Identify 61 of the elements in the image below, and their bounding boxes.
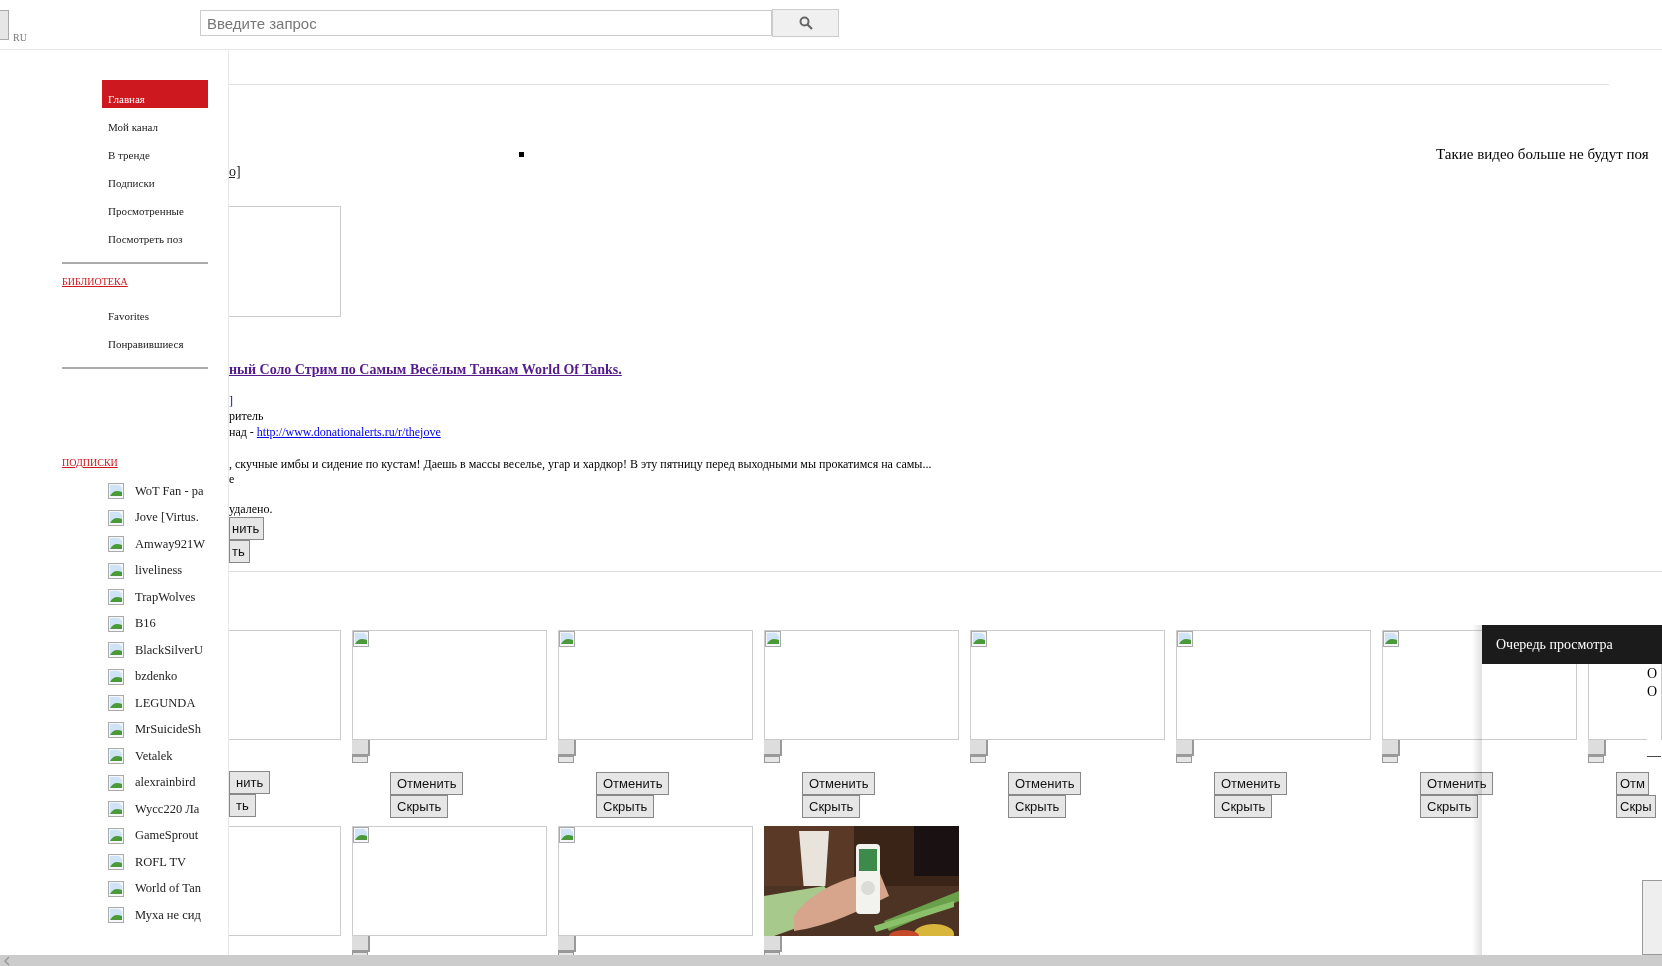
- cancel-button[interactable]: Отменить: [1214, 772, 1288, 795]
- notice-text: Такие видео больше не будут поя: [1436, 145, 1649, 163]
- hide-button[interactable]: Скрыть: [1214, 795, 1273, 818]
- cancel-button[interactable]: нить: [229, 771, 271, 794]
- channel-link[interactable]: WoT Fan - pa: [135, 483, 204, 499]
- nav-item[interactable]: Просмотренные: [102, 192, 208, 220]
- nav-item[interactable]: Подписки: [102, 164, 208, 192]
- cancel-button[interactable]: Отменить: [1008, 772, 1082, 795]
- cancel-button[interactable]: Отменить: [1420, 772, 1494, 795]
- hide-button[interactable]: Скры: [1616, 795, 1656, 818]
- meta-text: е: [229, 472, 236, 488]
- channel-link[interactable]: Wycc220 Ла: [135, 801, 200, 817]
- section-heading[interactable]: ПОДПИСКИ: [62, 457, 118, 468]
- status-text: удалено.: [229, 502, 274, 517]
- hide-button[interactable]: Скрыть: [1008, 795, 1067, 818]
- watch-queue-dialog: Очередь просмотра: [1482, 625, 1662, 664]
- cancel-button[interactable]: Отменить: [802, 772, 876, 795]
- queue-text: О: [1647, 683, 1659, 701]
- donation-link[interactable]: http://www.donationalerts.ru/r/thejove: [256, 425, 441, 439]
- cancel-button[interactable]: нить: [229, 517, 265, 540]
- meta-text: над -: [229, 425, 255, 439]
- cancel-button[interactable]: Отменить: [390, 772, 464, 795]
- hide-button[interactable]: ть: [229, 540, 250, 563]
- channel-link[interactable]: Муха не сид: [135, 907, 201, 923]
- nav-item[interactable]: Мой канал: [102, 108, 208, 136]
- queue-text: О: [1647, 665, 1659, 683]
- channel-link[interactable]: World of Tan: [135, 881, 201, 897]
- channel-link[interactable]: BlackSilverU: [135, 642, 204, 658]
- video-description: , скучные имбы и сидение по кустам! Даешь в массы веселье, угар и хардкор! В эту пятницу перед выходными мы прокатимся на самы...: [229, 457, 933, 472]
- meta-text: ритель: [229, 409, 265, 425]
- channel-link[interactable]: B16: [135, 616, 156, 632]
- nav-item[interactable]: В тренде: [102, 136, 208, 164]
- hide-button[interactable]: Скрыть: [390, 795, 449, 818]
- cancel-button[interactable]: Отм: [1616, 772, 1649, 795]
- hide-button[interactable]: Скрыть: [1420, 795, 1479, 818]
- search-field[interactable]: Введите запрос: [200, 10, 772, 36]
- nav-item[interactable]: Главная: [102, 80, 208, 108]
- library-item[interactable]: Favorites: [102, 297, 208, 325]
- hide-button[interactable]: Скрыть: [596, 795, 655, 818]
- channel-link[interactable]: ROFL TV: [135, 854, 187, 870]
- channel-link[interactable]: LEGUNDA: [135, 695, 196, 711]
- library-item[interactable]: Понравившиеся: [102, 325, 208, 353]
- channel-link[interactable]: liveliness: [135, 563, 183, 579]
- nav-item[interactable]: Посмотреть поз: [102, 220, 208, 248]
- channel-link[interactable]: TrapWolves: [135, 589, 196, 605]
- channel-link[interactable]: MrSuicideSh: [135, 722, 201, 738]
- channel-link[interactable]: Vetalek: [135, 748, 173, 764]
- hide-button[interactable]: Скрыть: [802, 795, 861, 818]
- section-heading[interactable]: БИБЛИОТЕКА: [62, 276, 128, 287]
- channel-link[interactable]: ]: [229, 394, 1662, 409]
- hide-button[interactable]: ть: [229, 794, 256, 817]
- queue-text: —: [1647, 747, 1661, 765]
- channel-link[interactable]: alexrainbird: [135, 775, 196, 791]
- cancel-button[interactable]: Отменить: [596, 772, 670, 795]
- channel-link[interactable]: о]: [229, 164, 1662, 180]
- channel-link[interactable]: Jove [Virtus.: [135, 510, 199, 526]
- channel-link[interactable]: GameSprout: [135, 828, 199, 844]
- channel-link[interactable]: bzdenko: [135, 669, 178, 685]
- channel-link[interactable]: Amway921W: [135, 536, 206, 552]
- locale-label: RU: [13, 32, 28, 43]
- video-title-link[interactable]: ный Соло Стрим по Самым Весёлым Танкам World Of Tanks.: [229, 362, 1662, 378]
